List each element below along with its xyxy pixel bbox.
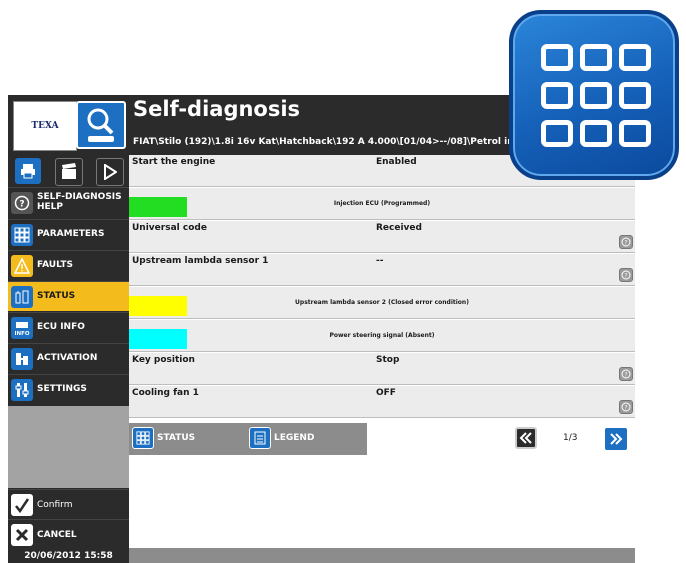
fast-forward-icon	[610, 433, 623, 445]
status-bar-fill	[129, 197, 188, 217]
footer-actions: STATUS LEGEND	[129, 423, 367, 455]
sidebar-spacer	[8, 406, 129, 488]
sidebar-item-status[interactable]: STATUS	[8, 281, 129, 311]
next-page-button[interactable]	[604, 427, 628, 451]
row-name: Key position	[132, 355, 195, 365]
status-bar-fill	[129, 296, 188, 316]
row-value: Received	[376, 223, 422, 233]
status-bar-row: Upstream lambda sensor 2 (Closed error c…	[129, 287, 635, 319]
svg-text:?: ?	[624, 240, 627, 247]
row-name: Upstream lambda sensor 1	[132, 256, 269, 266]
sidebar-item-ecu-info[interactable]: INFO ECU INFO	[8, 312, 129, 342]
apps-grid-icon	[509, 10, 679, 180]
cancel-label: CANCEL	[37, 529, 77, 540]
diagnosis-logo-icon	[76, 101, 126, 149]
page-indicator: 1/3	[563, 433, 578, 443]
info-icon: INFO	[11, 316, 33, 339]
clapper-button[interactable]	[55, 158, 83, 186]
sidebar-item-label: ECU INFO	[37, 321, 85, 332]
legend-button-label: LEGEND	[274, 433, 315, 443]
datetime: 20/06/2012 15:58	[8, 549, 129, 563]
status-row: Cooling fan 1 OFF ?	[129, 386, 635, 418]
printer-icon	[21, 164, 35, 179]
help-button[interactable]: ?	[619, 268, 633, 282]
confirm-label: Confirm	[37, 499, 73, 510]
clapperboard-icon	[62, 163, 76, 179]
toolbar	[8, 155, 129, 187]
sidebar-item-settings[interactable]: SETTINGS	[8, 374, 129, 404]
logo-area: TEXA	[8, 95, 129, 155]
print-button[interactable]	[15, 158, 41, 184]
page-title: Self-diagnosis	[133, 97, 301, 121]
status-bar-fill	[129, 329, 188, 349]
row-value: Stop	[376, 355, 400, 365]
vehicle-path: FIAT\Stilo (192)\1.8i 16v Kat\Hatchback\…	[133, 137, 513, 147]
sidebar-item-parameters[interactable]: PARAMETERS	[8, 219, 129, 249]
bar-label: Injection ECU (Programmed)	[333, 200, 431, 207]
sidebar-item-self-diagnosis-help[interactable]: ? SELF-DIAGNOSIS HELP	[8, 187, 129, 217]
status-row: Key position Stop ?	[129, 353, 635, 385]
cancel-button[interactable]: CANCEL	[8, 519, 129, 549]
row-name: Cooling fan 1	[132, 388, 199, 398]
row-value: OFF	[376, 388, 396, 398]
question-icon: ?	[621, 237, 631, 247]
svg-text:?: ?	[624, 273, 627, 280]
status-bar-row: Injection ECU (Programmed)	[129, 188, 635, 220]
svg-text:?: ?	[624, 405, 627, 412]
settings-icon	[11, 378, 33, 401]
bottom-strip	[129, 548, 635, 563]
sidebar-item-label: PARAMETERS	[37, 228, 105, 239]
sidebar-item-faults[interactable]: FAULTS	[8, 250, 129, 280]
svg-text:?: ?	[19, 199, 24, 209]
row-name: Start the engine	[132, 157, 216, 167]
confirm-button[interactable]: Confirm	[8, 489, 129, 519]
close-icon	[11, 523, 33, 546]
pagination: 1/3	[367, 423, 635, 455]
row-value: --	[376, 256, 384, 266]
help-button[interactable]: ?	[619, 400, 633, 414]
legend-button[interactable]: LEGEND	[249, 427, 314, 449]
question-icon: ?	[621, 369, 631, 379]
checkmark-icon	[11, 493, 33, 516]
status-bar-row: Power steering signal (Absent)	[129, 320, 635, 352]
sidebar: TEXA ? SELF-DIAGNOSIS HELP PARAMETERS FA…	[8, 95, 129, 563]
svg-text:?: ?	[624, 372, 627, 379]
sidebar-item-activation[interactable]: ACTIVATION	[8, 343, 129, 373]
content-footer: STATUS LEGEND 1/3	[129, 423, 635, 455]
row-value: Enabled	[376, 157, 417, 167]
status-row: Upstream lambda sensor 1 -- ?	[129, 254, 635, 286]
activation-icon	[11, 347, 33, 370]
play-icon	[104, 164, 117, 180]
bar-label: Upstream lambda sensor 2 (Closed error c…	[295, 299, 469, 306]
sidebar-item-label: STATUS	[37, 290, 76, 301]
play-button[interactable]	[96, 158, 124, 186]
document-icon	[249, 427, 271, 449]
question-icon: ?	[621, 270, 631, 280]
help-button[interactable]: ?	[619, 367, 633, 381]
sidebar-item-label: SELF-DIAGNOSIS HELP	[37, 192, 122, 212]
bar-label: Power steering signal (Absent)	[329, 332, 435, 339]
status-button[interactable]: STATUS	[132, 427, 195, 449]
warning-icon	[11, 254, 33, 277]
sidebar-item-label: FAULTS	[37, 259, 73, 270]
grid-icon	[11, 223, 33, 246]
svg-text:INFO: INFO	[14, 331, 29, 336]
row-name: Universal code	[132, 223, 207, 233]
texa-logo: TEXA	[13, 101, 77, 151]
status-button-label: STATUS	[157, 433, 196, 443]
sidebar-item-label: ACTIVATION	[37, 352, 98, 363]
previous-page-button[interactable]	[515, 427, 537, 449]
status-icon	[11, 285, 33, 308]
question-icon: ?	[621, 402, 631, 412]
help-icon: ?	[11, 191, 33, 214]
status-row: Universal code Received ?	[129, 221, 635, 253]
help-button[interactable]: ?	[619, 235, 633, 249]
status-list: Start the engine Enabled Injection ECU (…	[129, 155, 635, 555]
rewind-icon	[519, 432, 532, 444]
sidebar-item-label: SETTINGS	[37, 383, 87, 394]
grid-icon	[132, 427, 154, 449]
